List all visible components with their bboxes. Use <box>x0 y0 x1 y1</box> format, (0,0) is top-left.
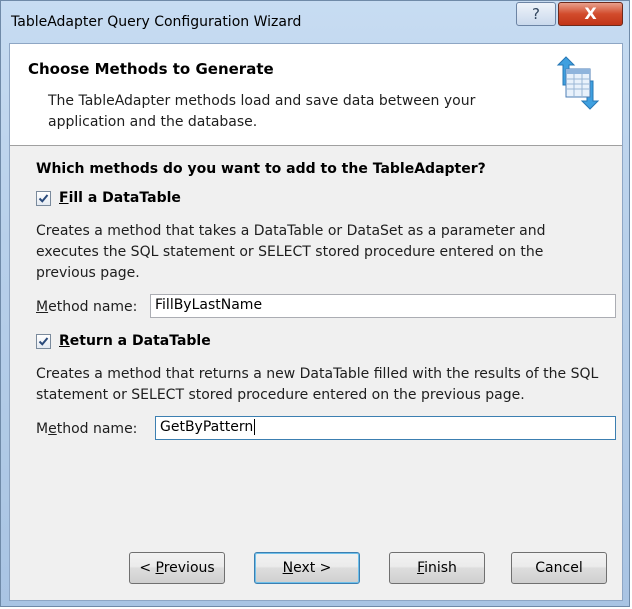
wizard-header: Choose Methods to Generate The TableAdap… <box>10 44 622 146</box>
previous-button[interactable]: < Previous <box>129 552 225 584</box>
return-description: Creates a method that returns a new Data… <box>36 366 599 403</box>
checkmark-icon <box>38 193 49 203</box>
tableadapter-icon <box>556 56 600 110</box>
close-icon: X <box>584 4 597 23</box>
next-button[interactable]: Next > <box>254 552 360 584</box>
fill-method-name-label: Method name: <box>36 299 138 315</box>
title-bar[interactable]: TableAdapter Query Configuration Wizard … <box>1 1 629 43</box>
return-datatable-checkbox[interactable] <box>36 333 51 349</box>
help-icon: ? <box>532 5 540 23</box>
fill-datatable-checkbox[interactable] <box>36 190 51 206</box>
wizard-window: TableAdapter Query Configuration Wizard … <box>0 0 630 607</box>
methods-question: Which methods do you want to add to the … <box>36 161 486 177</box>
return-method-name-input[interactable]: GetByPattern <box>155 416 616 440</box>
fill-datatable-checkbox-row[interactable]: Fill a DataTable <box>36 190 181 206</box>
fill-method-name-input[interactable]: FillByLastName <box>150 294 616 318</box>
cancel-button[interactable]: Cancel <box>511 552 607 584</box>
text-caret <box>254 419 256 435</box>
finish-button[interactable]: Finish <box>389 552 485 584</box>
window-title: TableAdapter Query Configuration Wizard <box>11 14 302 30</box>
fill-datatable-label: Fill a DataTable <box>59 190 181 206</box>
checkmark-icon <box>38 336 49 346</box>
return-datatable-checkbox-row[interactable]: Return a DataTable <box>36 333 211 349</box>
page-description: The TableAdapter methods load and save d… <box>48 93 476 130</box>
return-datatable-label: Return a DataTable <box>59 333 211 349</box>
help-button[interactable]: ? <box>516 2 556 26</box>
close-button[interactable]: X <box>558 2 623 26</box>
wizard-body: Choose Methods to Generate The TableAdap… <box>9 43 623 601</box>
return-method-name-label: Method name: <box>36 421 138 437</box>
page-title: Choose Methods to Generate <box>28 60 274 78</box>
fill-description: Creates a method that takes a DataTable … <box>36 223 546 281</box>
